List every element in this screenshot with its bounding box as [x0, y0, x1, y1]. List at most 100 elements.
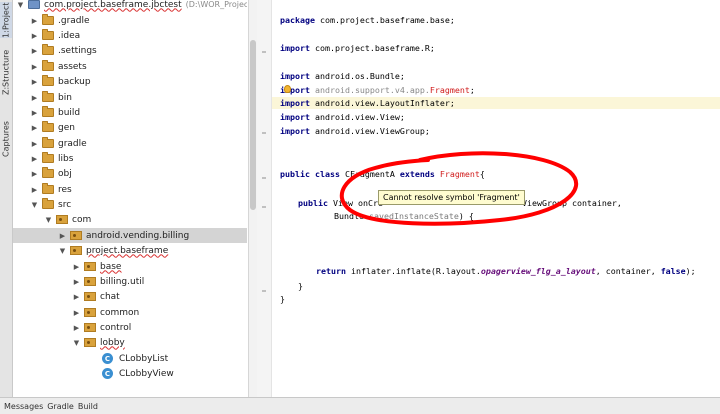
tree-item-label: .gradle [58, 15, 90, 26]
tree-item-android-vending-billing[interactable]: ▶ android.vending.billing [13, 228, 247, 243]
scrollbar-thumb[interactable] [250, 40, 256, 210]
tool-window-strip: 1: Project Z: Structure Captures [0, 0, 13, 397]
tree-item-label: .idea [58, 30, 81, 41]
tool-tab-label: Project [1, 2, 11, 30]
tree-item-common[interactable]: ▶ common [13, 305, 247, 320]
tool-tab-structure[interactable]: Z: Structure [0, 44, 12, 100]
tree-item-com[interactable]: ▼ com [13, 212, 247, 227]
bottom-tool-bar: Messages Gradle Build [0, 397, 720, 414]
expand-arrow-icon[interactable]: ▼ [16, 0, 25, 9]
package-icon [56, 215, 68, 224]
tree-item-label: project.baseframe [86, 245, 169, 256]
tree-item-label: backup [58, 76, 91, 87]
tree-item-clobbyview[interactable]: C CLobbyView [13, 366, 247, 381]
collapse-arrow-icon[interactable]: ▶ [30, 46, 39, 55]
tree-item-backup[interactable]: ▶ backup [13, 74, 247, 89]
tree-root[interactable]: ▼ com.project.baseframe.jbctest (D:\WOR_… [13, 0, 247, 12]
collapse-arrow-icon[interactable]: ▶ [30, 123, 39, 132]
tree-item-project-baseframe[interactable]: ▼ project.baseframe [13, 243, 247, 258]
collapse-arrow-icon[interactable]: ▶ [30, 77, 39, 86]
fold-marker-icon[interactable] [262, 206, 266, 208]
tree-item-res[interactable]: ▶ res [13, 182, 247, 197]
collapse-arrow-icon[interactable]: ▶ [30, 169, 39, 178]
folder-icon [42, 167, 54, 178]
expand-arrow-icon[interactable]: ▼ [30, 200, 39, 209]
collapse-arrow-icon[interactable]: ▶ [30, 31, 39, 40]
collapse-arrow-icon[interactable]: ▶ [30, 185, 39, 194]
tree-item-src[interactable]: ▼ src [13, 197, 247, 212]
tree-item-bin[interactable]: ▶ bin [13, 90, 247, 105]
folder-icon [42, 29, 54, 40]
tree-item-gradle[interactable]: ▶ gradle [13, 136, 247, 151]
folder-icon [42, 152, 54, 163]
tool-tab-gradle[interactable]: Gradle [47, 402, 74, 411]
folder-icon [42, 106, 54, 117]
package-icon [84, 338, 96, 347]
code-line-method-decl: public View onCre [298, 198, 383, 208]
tree-root-path: (D:\WOR_Project\wba [185, 0, 247, 9]
collapse-arrow-icon[interactable]: ▶ [30, 93, 39, 102]
tree-item-settings[interactable]: ▶ .settings [13, 43, 247, 58]
tree-item-idea[interactable]: ▶ .idea [13, 28, 247, 43]
tool-tab-project[interactable]: 1: Project [0, 2, 12, 38]
collapse-arrow-icon[interactable]: ▶ [30, 108, 39, 117]
package-icon [84, 277, 96, 286]
tree-scrollbar[interactable] [248, 0, 257, 397]
tree-item-label: .settings [58, 45, 97, 56]
tree-item-build[interactable]: ▶ build [13, 105, 247, 120]
collapse-arrow-icon[interactable]: ▶ [72, 323, 81, 332]
tree-item-label: android.vending.billing [86, 230, 190, 241]
collapse-arrow-icon[interactable]: ▶ [30, 154, 39, 163]
tool-tab-captures[interactable]: Captures [0, 116, 12, 162]
collapse-arrow-icon[interactable]: ▶ [30, 62, 39, 71]
collapse-arrow-icon[interactable]: ▶ [58, 231, 67, 240]
code-line-import-fragment: import android.support.v4.app.Fragment; [280, 85, 475, 95]
code-line-return: return inflater.inflate(R.layout.opagerv… [316, 266, 696, 276]
package-icon [84, 323, 96, 332]
tree-item-label: control [100, 322, 132, 333]
tree-item-control[interactable]: ▶ control [13, 320, 247, 335]
collapse-arrow-icon[interactable]: ▶ [72, 262, 81, 271]
collapse-arrow-icon[interactable]: ▶ [30, 139, 39, 148]
tool-tab-build[interactable]: Build [78, 402, 98, 411]
tree-item-billing-util[interactable]: ▶ billing.util [13, 274, 247, 289]
folder-icon [42, 137, 54, 148]
expand-arrow-icon[interactable]: ▼ [44, 215, 53, 224]
tool-tab-number: Z: [1, 86, 11, 95]
tree-item-label: res [58, 184, 72, 195]
tree-item-gradle-dir[interactable]: ▶ .gradle [13, 13, 247, 28]
fold-marker-icon[interactable] [262, 51, 266, 53]
module-icon [28, 0, 40, 9]
tool-tab-messages[interactable]: Messages [4, 402, 43, 411]
fold-marker-icon[interactable] [262, 132, 266, 134]
class-icon: C [102, 368, 113, 379]
tree-item-assets[interactable]: ▶ assets [13, 59, 247, 74]
code-line-close-method: } [298, 281, 303, 291]
tree-item-clobbylist[interactable]: C CLobbyList [13, 351, 247, 366]
folder-icon [42, 44, 54, 55]
lightbulb-icon[interactable] [284, 85, 291, 93]
project-tree: ▼ com.project.baseframe.jbctest (D:\WOR_… [13, 0, 247, 397]
code-line-method-decl-tail: ViewGroup container, [522, 198, 622, 208]
tree-item-gen[interactable]: ▶ gen [13, 120, 247, 135]
expand-arrow-icon[interactable]: ▼ [72, 338, 81, 347]
collapse-arrow-icon[interactable]: ▶ [72, 292, 81, 301]
tree-item-chat[interactable]: ▶ chat [13, 289, 247, 304]
editor-gutter [257, 0, 272, 397]
collapse-arrow-icon[interactable]: ▶ [72, 308, 81, 317]
package-icon [84, 308, 96, 317]
fold-marker-icon[interactable] [262, 290, 266, 292]
tree-item-obj[interactable]: ▶ obj [13, 166, 247, 181]
tree-item-label: CLobbyList [119, 353, 169, 364]
collapse-arrow-icon[interactable]: ▶ [72, 277, 81, 286]
code-line-import-layoutinflater: import android.view.LayoutInflater; [280, 98, 455, 108]
tree-item-lobby[interactable]: ▼ lobby [13, 335, 247, 350]
tree-item-libs[interactable]: ▶ libs [13, 151, 247, 166]
fold-marker-icon[interactable] [262, 177, 266, 179]
package-icon [70, 246, 82, 255]
collapse-arrow-icon[interactable]: ▶ [30, 16, 39, 25]
error-tooltip: Cannot resolve symbol 'Fragment' [378, 190, 525, 205]
expand-arrow-icon[interactable]: ▼ [58, 246, 67, 255]
tree-item-base[interactable]: ▶ base [13, 259, 247, 274]
tree-item-label: build [58, 107, 81, 118]
